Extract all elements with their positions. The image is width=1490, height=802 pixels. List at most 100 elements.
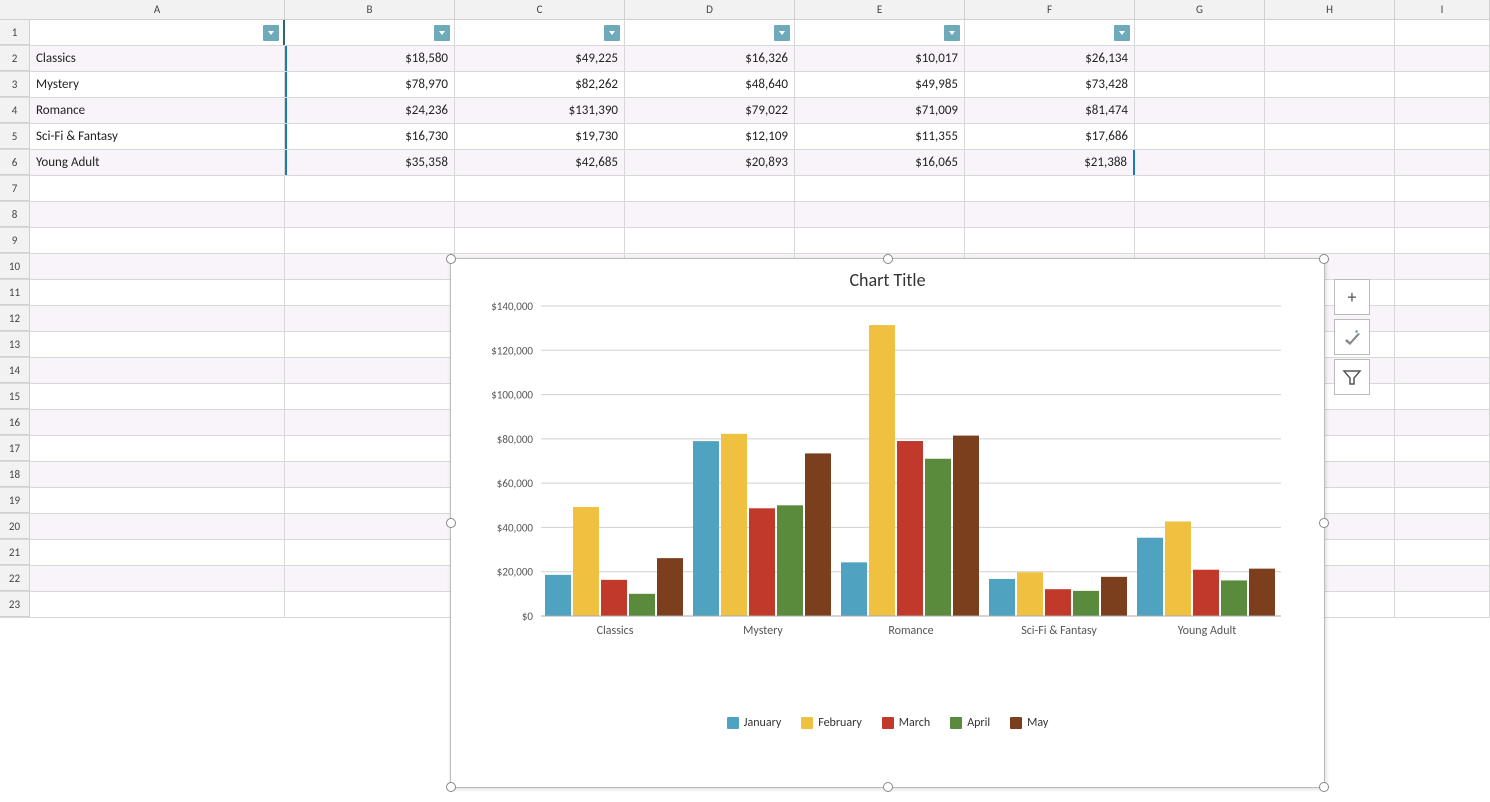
empty-cell-r12c8[interactable] — [1395, 306, 1490, 331]
data-cell-r2c3[interactable]: $16,326 — [625, 46, 795, 71]
resize-handle-br[interactable] — [1319, 782, 1329, 792]
empty-cell-r9c7[interactable] — [1265, 228, 1395, 253]
empty-cell-r12c0[interactable] — [30, 306, 285, 331]
empty-cell-r16c0[interactable] — [30, 410, 285, 435]
data-cell-r5c3[interactable]: $12,109 — [625, 124, 795, 149]
empty-cell-r17c0[interactable] — [30, 436, 285, 461]
empty-cell-r11c1[interactable] — [285, 280, 455, 305]
chart-style-button[interactable] — [1334, 319, 1370, 355]
empty-cell-r8c3[interactable] — [625, 202, 795, 227]
data-cell-r6c1[interactable]: $35,358 — [285, 150, 455, 175]
data-cell-r2c6[interactable] — [1135, 46, 1265, 71]
data-cell-r4c3[interactable]: $79,022 — [625, 98, 795, 123]
data-cell-r3c5[interactable]: $73,428 — [965, 72, 1135, 97]
empty-cell-r7c8[interactable] — [1395, 176, 1490, 201]
data-cell-r6c8[interactable] — [1395, 150, 1490, 175]
data-cell-r4c8[interactable] — [1395, 98, 1490, 123]
empty-cell-r18c1[interactable] — [285, 462, 455, 487]
data-cell-r4c6[interactable] — [1135, 98, 1265, 123]
empty-cell-r10c0[interactable] — [30, 254, 285, 279]
header-cell-4[interactable]: April — [795, 20, 965, 45]
data-cell-r5c4[interactable]: $11,355 — [795, 124, 965, 149]
data-cell-r2c5[interactable]: $26,134 — [965, 46, 1135, 71]
empty-cell-r8c7[interactable] — [1265, 202, 1395, 227]
resize-handle-tr[interactable] — [1319, 254, 1329, 264]
header-cell-5[interactable]: May — [965, 20, 1135, 45]
empty-cell-r8c1[interactable] — [285, 202, 455, 227]
data-cell-r2c1[interactable]: $18,580 — [285, 46, 455, 71]
resize-handle-mr[interactable] — [1319, 518, 1329, 528]
empty-cell-r18c8[interactable] — [1395, 462, 1490, 487]
empty-cell-r7c0[interactable] — [30, 176, 285, 201]
empty-cell-r9c2[interactable] — [455, 228, 625, 253]
empty-cell-r7c5[interactable] — [965, 176, 1135, 201]
empty-cell-r7c4[interactable] — [795, 176, 965, 201]
empty-cell-r14c0[interactable] — [30, 358, 285, 383]
dropdown-arrow-0[interactable] — [263, 25, 279, 41]
data-cell-r4c7[interactable] — [1265, 98, 1395, 123]
empty-cell-r8c0[interactable] — [30, 202, 285, 227]
dropdown-arrow-1[interactable] — [434, 25, 450, 41]
data-cell-r2c2[interactable]: $49,225 — [455, 46, 625, 71]
empty-cell-r9c0[interactable] — [30, 228, 285, 253]
data-cell-r5c1[interactable]: $16,730 — [285, 124, 455, 149]
empty-cell-r19c8[interactable] — [1395, 488, 1490, 513]
empty-cell-r15c8[interactable] — [1395, 384, 1490, 409]
empty-cell-r16c8[interactable] — [1395, 410, 1490, 435]
data-cell-r4c2[interactable]: $131,390 — [455, 98, 625, 123]
dropdown-arrow-2[interactable] — [604, 25, 620, 41]
empty-cell-r9c6[interactable] — [1135, 228, 1265, 253]
empty-cell-r7c2[interactable] — [455, 176, 625, 201]
data-cell-r6c2[interactable]: $42,685 — [455, 150, 625, 175]
empty-cell-r9c5[interactable] — [965, 228, 1135, 253]
empty-cell-r20c1[interactable] — [285, 514, 455, 539]
empty-cell-r10c1[interactable] — [285, 254, 455, 279]
empty-cell-r11c0[interactable] — [30, 280, 285, 305]
empty-cell-r8c2[interactable] — [455, 202, 625, 227]
empty-cell-r8c6[interactable] — [1135, 202, 1265, 227]
dropdown-arrow-3[interactable] — [774, 25, 790, 41]
empty-cell-r7c6[interactable] — [1135, 176, 1265, 201]
data-cell-r3c7[interactable] — [1265, 72, 1395, 97]
empty-cell-r17c8[interactable] — [1395, 436, 1490, 461]
empty-cell-r7c7[interactable] — [1265, 176, 1395, 201]
empty-cell-r21c0[interactable] — [30, 540, 285, 565]
data-cell-r4c4[interactable]: $71,009 — [795, 98, 965, 123]
empty-cell-r13c8[interactable] — [1395, 332, 1490, 357]
empty-cell-r8c8[interactable] — [1395, 202, 1490, 227]
data-cell-r3c8[interactable] — [1395, 72, 1490, 97]
data-cell-r3c4[interactable]: $49,985 — [795, 72, 965, 97]
header-cell-3[interactable]: March — [625, 20, 795, 45]
empty-cell-r8c4[interactable] — [795, 202, 965, 227]
empty-cell-r9c8[interactable] — [1395, 228, 1490, 253]
empty-cell-r7c1[interactable] — [285, 176, 455, 201]
empty-cell-r18c0[interactable] — [30, 462, 285, 487]
empty-cell-r17c1[interactable] — [285, 436, 455, 461]
empty-cell-r16c1[interactable] — [285, 410, 455, 435]
resize-handle-bl[interactable] — [446, 782, 456, 792]
empty-cell-r9c1[interactable] — [285, 228, 455, 253]
data-cell-r5c7[interactable] — [1265, 124, 1395, 149]
data-cell-r3c2[interactable]: $82,262 — [455, 72, 625, 97]
data-cell-r2c7[interactable] — [1265, 46, 1395, 71]
data-cell-r5c5[interactable]: $17,686 — [965, 124, 1135, 149]
empty-cell-r21c8[interactable] — [1395, 540, 1490, 565]
data-cell-r3c1[interactable]: $78,970 — [285, 72, 455, 97]
add-chart-element-button[interactable]: + — [1334, 279, 1370, 315]
empty-cell-r14c1[interactable] — [285, 358, 455, 383]
empty-cell-r20c0[interactable] — [30, 514, 285, 539]
empty-cell-r22c0[interactable] — [30, 566, 285, 591]
empty-cell-r19c1[interactable] — [285, 488, 455, 513]
empty-cell-r12c1[interactable] — [285, 306, 455, 331]
resize-handle-bc[interactable] — [883, 782, 893, 792]
header-cell-2[interactable]: February — [455, 20, 625, 45]
data-cell-r6c5[interactable]: $21,388 — [965, 150, 1135, 175]
data-cell-r6c3[interactable]: $20,893 — [625, 150, 795, 175]
empty-cell-r11c8[interactable] — [1395, 280, 1490, 305]
data-cell-r5c2[interactable]: $19,730 — [455, 124, 625, 149]
resize-handle-tc[interactable] — [883, 254, 893, 264]
empty-cell-r13c1[interactable] — [285, 332, 455, 357]
data-cell-r6c4[interactable]: $16,065 — [795, 150, 965, 175]
data-cell-r5c8[interactable] — [1395, 124, 1490, 149]
resize-handle-tl[interactable] — [446, 254, 456, 264]
